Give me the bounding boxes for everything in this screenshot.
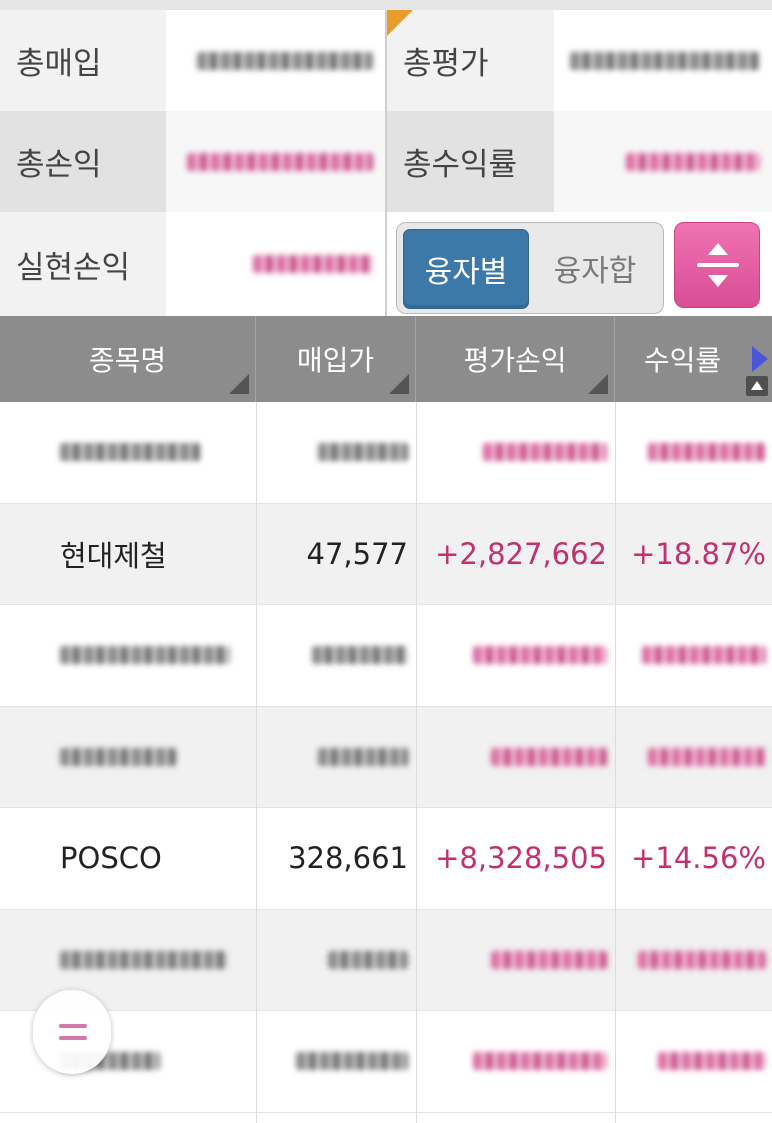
eval-pl <box>416 707 615 808</box>
table-row[interactable] <box>0 605 772 707</box>
return-rate <box>615 605 772 706</box>
table-row[interactable] <box>0 1011 772 1113</box>
stock-name: 현대제철 <box>60 538 167 573</box>
column-divider <box>416 402 417 1123</box>
floating-menu-button[interactable] <box>33 990 111 1074</box>
return-rate <box>615 910 772 1011</box>
sort-corner-icon <box>229 374 249 394</box>
eval-pl <box>416 910 615 1011</box>
table-row[interactable] <box>0 909 772 1011</box>
sort-up-icon <box>708 243 728 255</box>
sort-divider-icon <box>697 263 739 267</box>
col-header-price-label: 매입가 <box>296 344 375 377</box>
total-return-label: 총수익률 <box>387 111 554 212</box>
by-loan-button[interactable]: 융자별 <box>403 229 529 309</box>
table-row[interactable]: 현대제철 47,577 +2,827,662 +18.87% <box>0 503 772 605</box>
buy-price: 47,577 <box>306 536 408 571</box>
loan-sum-button[interactable]: 융자합 <box>533 229 657 307</box>
loan-view-toggle: 융자별 융자합 <box>396 222 664 314</box>
corner-marker <box>387 10 413 36</box>
total-buy-value <box>166 10 385 111</box>
sort-toggle-button[interactable] <box>674 222 760 308</box>
sort-corner-icon <box>389 374 409 394</box>
sort-corner-icon <box>588 374 608 394</box>
realized-pl-value <box>166 212 385 316</box>
account-summary: 총매입 총평가 총손익 총수익률 실현손익 융자별 융자합 <box>0 0 772 316</box>
table-row[interactable]: POSCO 328,661 +8,328,505 +14.56% <box>0 808 772 910</box>
column-divider <box>256 402 257 1123</box>
eval-pl <box>416 605 615 706</box>
summary-divider <box>385 10 387 316</box>
eval-pl: +2,827,662 <box>435 536 607 571</box>
total-pl-value <box>166 111 385 212</box>
top-divider <box>0 0 772 10</box>
col-header-price[interactable]: 매입가 <box>256 316 416 402</box>
buy-price <box>256 707 416 808</box>
return-rate <box>615 1011 772 1112</box>
col-header-pl[interactable]: 평가손익 <box>416 316 615 402</box>
stock-name <box>0 605 256 706</box>
stock-name: POSCO <box>60 841 162 876</box>
col-header-pl-label: 평가손익 <box>463 344 567 377</box>
table-row[interactable] <box>0 706 772 808</box>
holdings-table: 현대제철 47,577 +2,827,662 +18.87% POSCO 328… <box>0 402 772 1113</box>
menu-icon <box>59 1024 87 1028</box>
total-pl-label: 총손익 <box>0 111 166 212</box>
table-row[interactable] <box>0 402 772 504</box>
realized-pl-label: 실현손익 <box>0 212 166 316</box>
stock-name <box>0 910 256 1011</box>
total-eval-value <box>554 10 772 111</box>
buy-price <box>256 1011 416 1112</box>
column-divider <box>615 402 616 1123</box>
col-header-name[interactable]: 종목명 <box>0 316 256 402</box>
return-rate: +18.87% <box>631 536 766 571</box>
buy-price <box>256 910 416 1011</box>
stock-name <box>0 402 256 503</box>
buy-price <box>256 402 416 503</box>
col-header-name-label: 종목명 <box>88 344 167 377</box>
eval-pl <box>416 402 615 503</box>
col-header-rate-label: 수익률 <box>643 344 722 377</box>
stock-name <box>0 707 256 808</box>
table-header: 종목명 매입가 평가손익 수익률 <box>0 316 772 402</box>
return-rate <box>615 707 772 808</box>
eval-pl <box>416 1011 615 1112</box>
arrow-right-icon[interactable] <box>752 346 768 372</box>
buy-price: 328,661 <box>288 841 408 876</box>
menu-icon-line <box>59 1036 87 1040</box>
return-rate <box>615 402 772 503</box>
total-buy-label: 총매입 <box>0 10 166 111</box>
arrow-up-icon[interactable] <box>746 376 768 396</box>
buy-price <box>256 605 416 706</box>
return-rate: +14.56% <box>631 841 766 876</box>
sort-down-icon <box>708 275 728 287</box>
total-return-value <box>554 111 772 212</box>
eval-pl: +8,328,505 <box>435 841 607 876</box>
